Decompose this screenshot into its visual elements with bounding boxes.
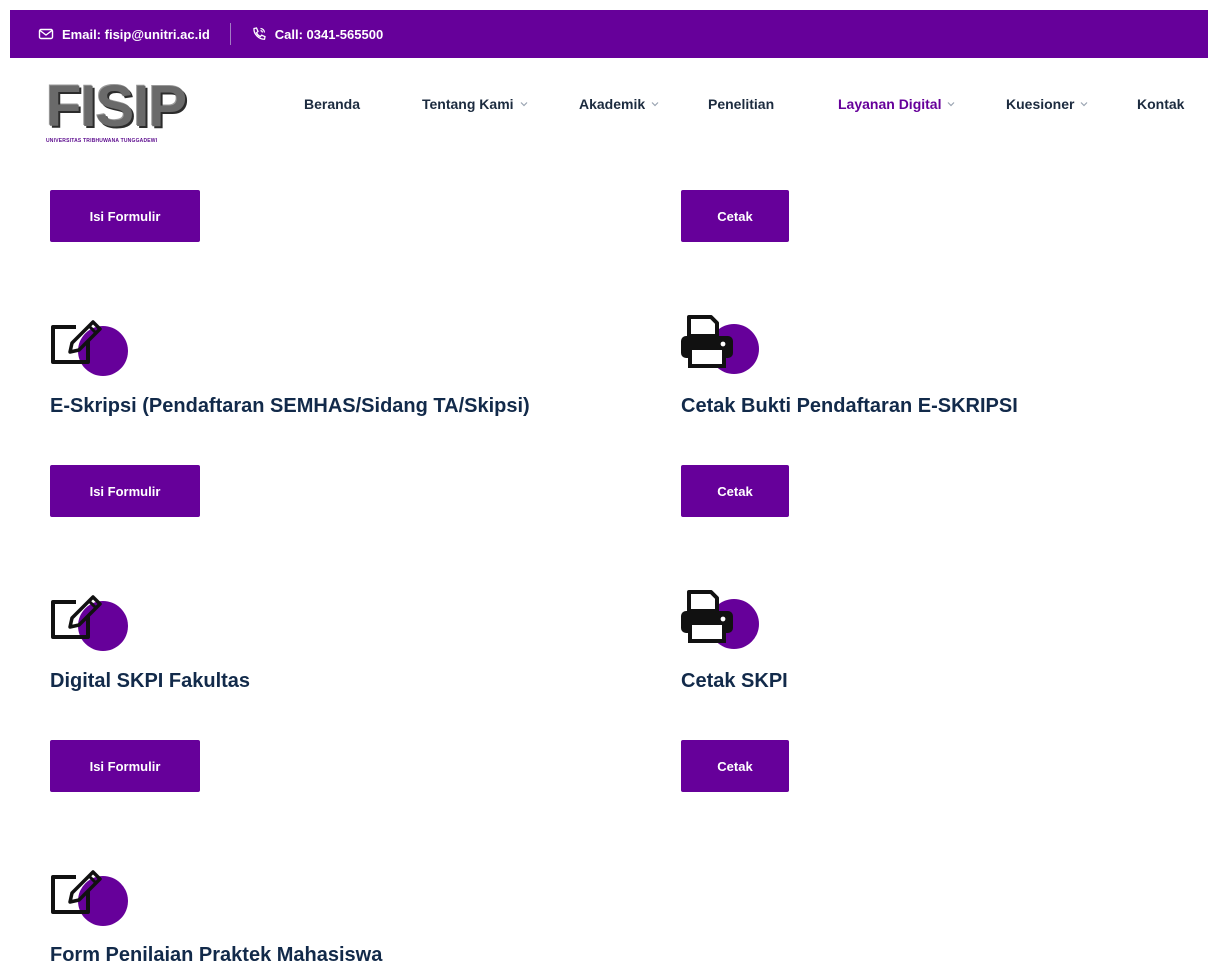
nav-beranda[interactable]: Beranda <box>304 96 360 112</box>
chevron-down-icon <box>1081 102 1088 107</box>
nav-layanan-digital[interactable]: Layanan Digital <box>838 96 956 112</box>
phone-text: Call: 0341-565500 <box>274 26 384 42</box>
nav-label: Kuesioner <box>1006 96 1075 112</box>
print-button[interactable]: Cetak <box>681 740 789 792</box>
nav-kontak[interactable]: Kontak <box>1137 96 1184 112</box>
email-contact[interactable]: Email: fisip@unitri.ac.id <box>38 26 210 42</box>
main-nav: Beranda Tentang Kami Akademik Penelitian… <box>0 96 1208 116</box>
nav-label: Akademik <box>579 96 646 112</box>
service-title-cetak-skpi: Cetak SKPI <box>681 670 788 692</box>
nav-kuesioner[interactable]: Kuesioner <box>1006 96 1089 112</box>
site-header: FISIP UNIVERSITAS TRIBHUWANA TUNGGADEWI … <box>0 58 1208 158</box>
nav-label: Penelitian <box>708 96 775 112</box>
service-title-e-skripsi: E-Skripsi (Pendaftaran SEMHAS/Sidang TA/… <box>50 395 530 417</box>
envelope-icon <box>38 26 54 42</box>
nav-label: Tentang Kami <box>422 96 514 112</box>
fill-form-button[interactable]: Isi Formulir <box>50 465 200 517</box>
phone-icon <box>251 26 267 42</box>
edit-icon <box>48 591 134 651</box>
top-bar: Email: fisip@unitri.ac.id Call: 0341-565… <box>10 10 1208 58</box>
print-button[interactable]: Cetak <box>681 190 789 242</box>
nav-label: Beranda <box>304 96 361 112</box>
chevron-down-icon <box>520 102 527 107</box>
service-title-digital-skpi: Digital SKPI Fakultas <box>50 670 251 692</box>
printer-icon <box>679 314 765 374</box>
nav-label: Layanan Digital <box>838 96 942 112</box>
service-title-form-penilaian: Form Penilaian Praktek Mahasiswa <box>50 944 383 966</box>
fill-form-button[interactable]: Isi Formulir <box>50 190 200 242</box>
edit-icon <box>48 316 134 376</box>
chevron-down-icon <box>948 102 955 107</box>
fill-form-button[interactable]: Isi Formulir <box>50 740 200 792</box>
nav-penelitian[interactable]: Penelitian <box>708 96 774 112</box>
nav-akademik[interactable]: Akademik <box>579 96 660 112</box>
printer-icon <box>679 589 765 649</box>
print-button[interactable]: Cetak <box>681 465 789 517</box>
email-text: Email: fisip@unitri.ac.id <box>62 26 210 42</box>
topbar-divider <box>229 23 231 45</box>
chevron-down-icon <box>651 102 659 107</box>
service-title-cetak-bukti: Cetak Bukti Pendaftaran E-SKRIPSI <box>681 395 1018 417</box>
nav-label: Kontak <box>1137 96 1185 112</box>
phone-contact[interactable]: Call: 0341-565500 <box>251 26 383 42</box>
nav-tentang-kami[interactable]: Tentang Kami <box>422 96 529 112</box>
edit-icon <box>48 866 134 926</box>
